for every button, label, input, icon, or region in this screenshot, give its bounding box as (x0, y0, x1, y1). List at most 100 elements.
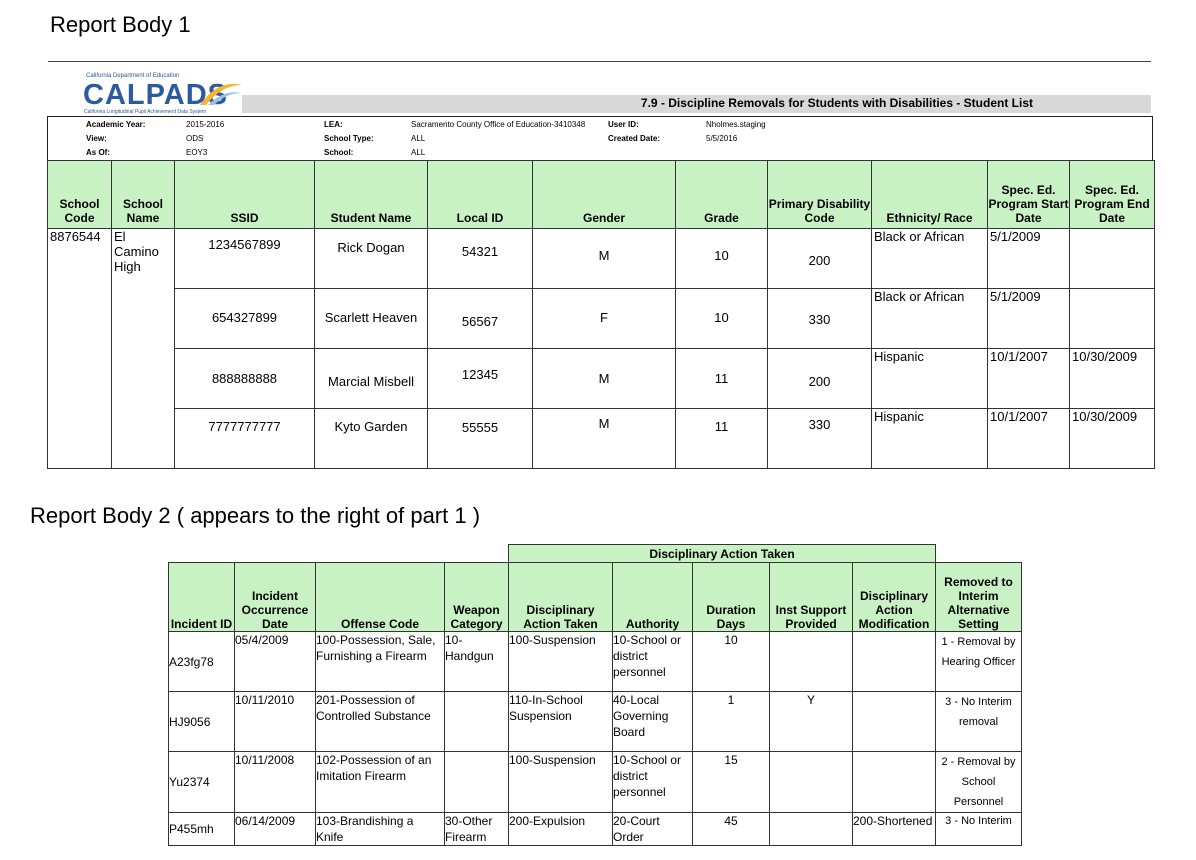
table2-group-row: Disciplinary Action Taken (169, 544, 1022, 563)
header-grade: Grade (675, 160, 768, 229)
occurrence-date-cell: 10/11/2010 (234, 691, 316, 752)
occurrence-date-cell: 05/4/2009 (234, 631, 316, 692)
header-start-date: Spec. Ed. Program Start Date (987, 160, 1070, 229)
header-authority: Authority (612, 562, 693, 632)
removed-interim-cell: 2 - Removal by School Personnel (935, 751, 1022, 813)
header-action-modification: Disciplinary Action Modification (852, 562, 936, 632)
gender-cell: M (532, 228, 676, 289)
as-of-value: EOY3 (186, 148, 208, 157)
header-school-name: School Name (111, 160, 175, 229)
ethnicity-cell: Hispanic (871, 408, 988, 469)
occurrence-date-cell: 06/14/2009 (234, 812, 316, 846)
table-row: A23fg78 05/4/2009 100-Possession, Sale, … (168, 631, 1022, 692)
header-disability-code: Primary Disability Code (767, 160, 872, 229)
grade-cell: 10 (675, 228, 768, 289)
weapon-category-cell (444, 751, 509, 813)
local-id-cell: 55555 (427, 408, 533, 469)
gender-cell: M (532, 408, 676, 469)
modification-cell (852, 751, 936, 813)
authority-cell: 40-Local Governing Board (612, 691, 693, 752)
view-value: ODS (186, 134, 204, 143)
occurrence-date-cell: 10/11/2008 (234, 751, 316, 813)
academic-year-value: 2015-2016 (186, 120, 225, 129)
action-taken-cell: 110-In-School Suspension (508, 691, 613, 752)
local-id-cell: 54321 (427, 228, 533, 289)
ssid-cell: 7777777777 (174, 408, 315, 469)
table-row: 654327899 Scarlett Heaven 56567 F 10 330… (48, 288, 1155, 349)
start-date-cell: 5/1/2009 (987, 228, 1070, 289)
school-type-value: ALL (411, 134, 426, 143)
weapon-category-cell: 30-Other Firearm (444, 812, 509, 846)
table-row: 8876544 El Camino High 1234567899 Rick D… (47, 228, 1155, 469)
duration-days-cell: 15 (692, 751, 770, 813)
school-name-cell: El Camino High (111, 228, 175, 469)
offense-code-cell: 100-Possession, Sale, Furnishing a Firea… (315, 631, 445, 692)
section-1-title: Report Body 1 (50, 12, 191, 37)
student-name-cell: Rick Dogan (314, 228, 428, 289)
ssid-cell: 654327899 (174, 288, 315, 349)
academic-year-label: Academic Year: (86, 120, 146, 129)
student-name-cell: Kyto Garden (314, 408, 428, 469)
header-school-code: School Code (47, 160, 112, 229)
school-value: ALL (411, 148, 426, 157)
section-2-title: Report Body 2 ( appears to the right of … (30, 503, 481, 528)
header-ssid: SSID (174, 160, 315, 229)
action-taken-cell: 100-Suspension (508, 751, 613, 813)
end-date-cell: 10/30/2009 (1069, 408, 1155, 469)
inst-support-cell (769, 631, 853, 692)
school-type-label: School Type: (324, 134, 374, 143)
header-student-name: Student Name (314, 160, 428, 229)
removed-interim-cell: 3 - No Interim removal (935, 691, 1022, 752)
table2-header-row: Incident ID Incident Occurrence Date Off… (168, 562, 1022, 632)
weapon-category-cell (444, 691, 509, 752)
table1-header-row: School Code School Name SSID Student Nam… (47, 160, 1155, 229)
modification-cell (852, 631, 936, 692)
removed-interim-cell: 1 - Removal by Hearing Officer (935, 631, 1022, 692)
discipline-table: Disciplinary Action Taken Incident ID In… (168, 544, 1022, 846)
authority-cell: 20-Court Order (612, 812, 693, 846)
grade-cell: 11 (675, 408, 768, 469)
ssid-cell: 1234567899 (174, 228, 315, 289)
ethnicity-cell: Black or African (871, 288, 988, 349)
header-weapon-category: Weapon Category (444, 562, 509, 632)
student-name-cell: Marcial Misbell (314, 348, 428, 409)
gender-cell: M (532, 348, 676, 409)
student-list-table: School Code School Name SSID Student Nam… (47, 160, 1155, 469)
incident-id-cell: Yu2374 (168, 751, 235, 813)
duration-days-cell: 10 (692, 631, 770, 692)
local-id-cell: 56567 (427, 288, 533, 349)
offense-code-cell: 201-Possession of Controlled Substance (315, 691, 445, 752)
local-id-cell: 12345 (427, 348, 533, 409)
disability-cell: 200 (767, 348, 872, 409)
disability-cell: 330 (767, 408, 872, 469)
authority-cell: 10-School or district personnel (612, 631, 693, 692)
action-taken-cell: 200-Expulsion (508, 812, 613, 846)
duration-days-cell: 1 (692, 691, 770, 752)
inst-support-cell: Y (769, 691, 853, 752)
ethnicity-cell: Hispanic (871, 348, 988, 409)
lea-label: LEA: (324, 120, 343, 129)
table-row: HJ9056 10/11/2010 201-Possession of Cont… (168, 691, 1022, 752)
disability-cell: 330 (767, 288, 872, 349)
header-occurrence-date: Incident Occurrence Date (234, 562, 316, 632)
report-title-bar: 7.9 - Discipline Removals for Students w… (242, 95, 1151, 113)
header-inst-support: Inst Support Provided (769, 562, 853, 632)
student-name-cell: Scarlett Heaven (314, 288, 428, 349)
offense-code-cell: 103-Brandishing a Knife (315, 812, 445, 846)
header-end-date: Spec. Ed. Program End Date (1069, 160, 1155, 229)
removed-interim-cell: 3 - No Interim (935, 812, 1022, 846)
start-date-cell: 5/1/2009 (987, 288, 1070, 349)
inst-support-cell (769, 751, 853, 813)
gender-cell: F (532, 288, 676, 349)
start-date-cell: 10/1/2007 (987, 348, 1070, 409)
disability-cell: 200 (767, 228, 872, 289)
calpads-logo: California Department of Education CALPA… (80, 73, 245, 115)
incident-id-cell: HJ9056 (168, 691, 235, 752)
school-code-cell: 8876544 (47, 228, 112, 469)
group-header-action-taken: Disciplinary Action Taken (508, 544, 936, 563)
report-title: 7.9 - Discipline Removals for Students w… (640, 96, 1033, 110)
created-date-label: Created Date: (608, 134, 661, 143)
school-label: School: (324, 148, 354, 157)
header-action-taken: Disciplinary Action Taken (508, 562, 613, 632)
start-date-cell: 10/1/2007 (987, 408, 1070, 469)
